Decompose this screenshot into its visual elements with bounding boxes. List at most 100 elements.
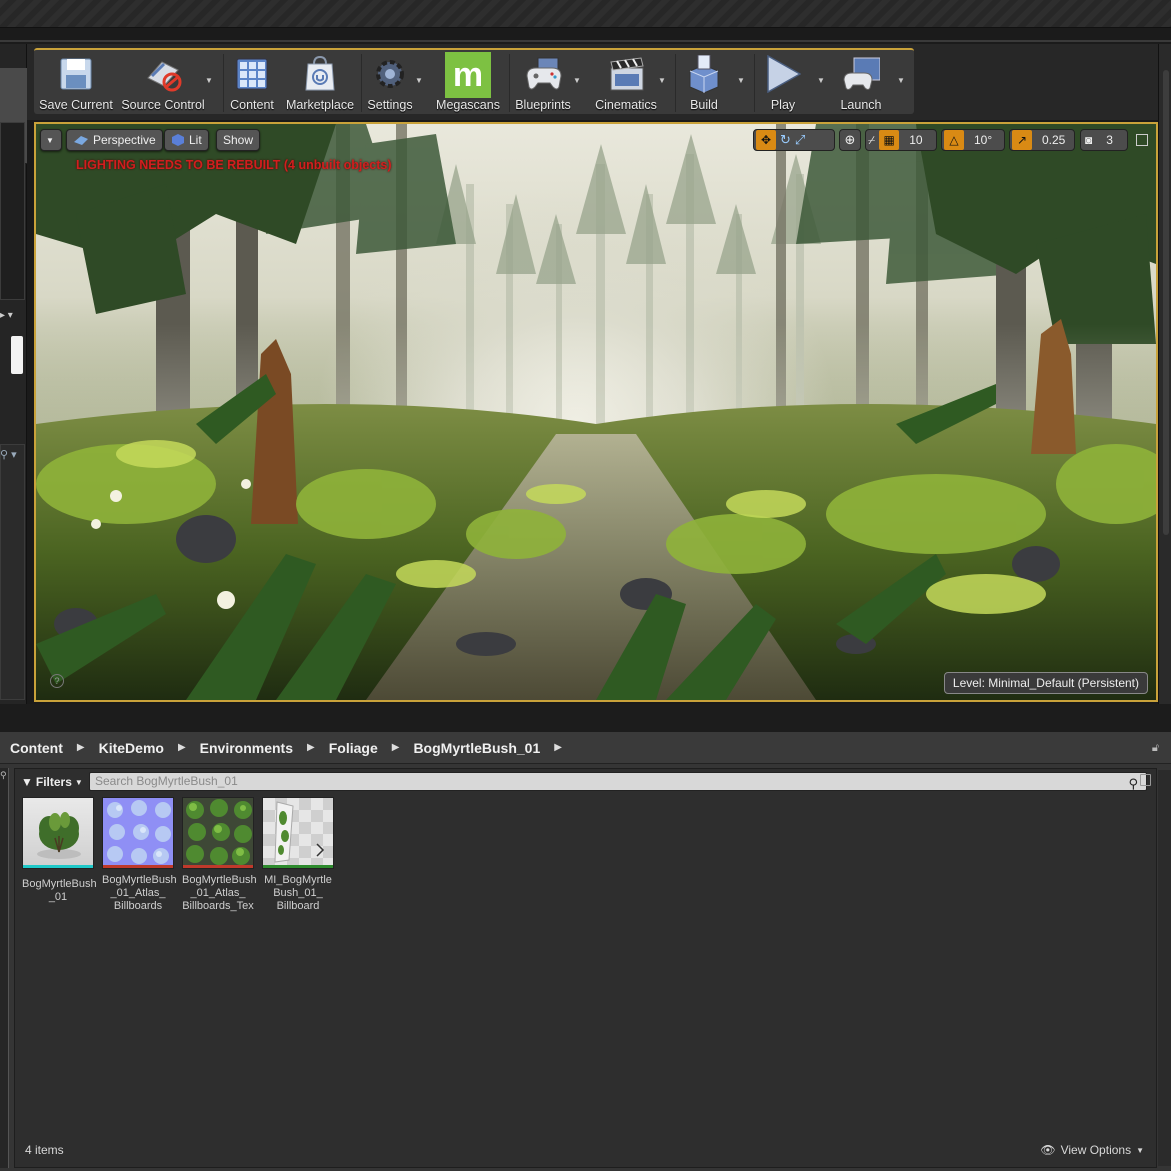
- asset-tile-texture[interactable]: BogMyrtleBush _01_Atlas_ Billboards_Tex: [182, 797, 257, 913]
- scale-snap-value[interactable]: 0.25: [1042, 133, 1065, 147]
- toolbar-separator: [223, 54, 224, 112]
- view-options-button[interactable]: 👁︎ View Options ▼: [1040, 1143, 1144, 1157]
- lit-view-mode-button[interactable]: Lit: [164, 129, 209, 151]
- grid-snap-icon[interactable]: ▦: [879, 130, 900, 150]
- asset-tile-material-instance[interactable]: MI_BogMyrtle Bush_01_ Billboard: [262, 797, 334, 913]
- source-control-dropdown[interactable]: ▼: [205, 76, 215, 86]
- gear-icon: [371, 54, 409, 94]
- grid-snap-value[interactable]: 10: [909, 133, 922, 147]
- breadcrumb-item[interactable]: Environments: [200, 740, 293, 756]
- content-browser-scrollbar[interactable]: [1158, 770, 1171, 1166]
- asset-tile-normal-texture[interactable]: BogMyrtleBush _01_Atlas_ Billboards: [102, 797, 177, 913]
- asset-name: MI_BogMyrtle Bush_01_ Billboard: [264, 874, 332, 912]
- play-dropdown[interactable]: ▼: [817, 76, 827, 86]
- lit-sphere-icon: [172, 134, 184, 146]
- launch-monitor-icon: [842, 54, 880, 94]
- breadcrumb-arrow-icon[interactable]: ▶: [392, 742, 400, 753]
- breadcrumb-arrow-icon[interactable]: ▶: [77, 742, 85, 753]
- scale-snap-group: ↗ 0.25: [1009, 129, 1075, 151]
- lighting-rebuild-warning: LIGHTING NEEDS TO BE REBUILT (4 unbuilt …: [76, 158, 392, 172]
- svg-text:m: m: [453, 56, 483, 94]
- grid-snap-group: ⌿ ▦ 10: [865, 129, 937, 151]
- breadcrumb-item[interactable]: BogMyrtleBush_01: [413, 740, 540, 756]
- camera-speed-button[interactable]: ◙ 3: [1080, 129, 1128, 151]
- breadcrumb-arrow-icon[interactable]: ▶: [554, 742, 562, 753]
- marketplace-bag-icon: [301, 54, 339, 94]
- save-search-icon[interactable]: [1140, 774, 1151, 786]
- rotate-tool-icon[interactable]: ↻: [780, 132, 791, 148]
- outliner-scrollbar[interactable]: [11, 336, 23, 374]
- lock-icon[interactable]: 🔓︎: [1152, 742, 1159, 755]
- current-level-label: Level: Minimal_Default (Persistent): [943, 672, 1148, 694]
- rotation-snap-icon[interactable]: △: [944, 130, 964, 150]
- chevron-down-icon: ▼: [46, 135, 54, 145]
- world-local-toggle[interactable]: ⊕: [839, 129, 861, 151]
- scale-tool-icon[interactable]: ⤢: [795, 132, 805, 148]
- asset-name: BogMyrtleBush _01_Atlas_ Billboards: [102, 874, 177, 912]
- settings-dropdown[interactable]: ▼: [415, 76, 425, 86]
- cinematics-dropdown[interactable]: ▼: [658, 76, 668, 86]
- details-panel: [0, 444, 25, 700]
- show-flags-button[interactable]: Show: [216, 129, 261, 151]
- help-icon[interactable]: ?: [50, 674, 64, 688]
- breadcrumb-item[interactable]: KiteDemo: [99, 740, 164, 756]
- level-viewport[interactable]: ▼ Perspective Lit Show LIGHTING NEEDS TO…: [34, 122, 1158, 702]
- asset-name: BogMyrtleBush _01_Atlas_ Billboards_Tex: [182, 874, 257, 912]
- play-button[interactable]: Play: [758, 52, 808, 114]
- surface-snap-icon[interactable]: ⌿: [868, 133, 875, 148]
- save-current-button[interactable]: Save Current: [38, 52, 114, 114]
- cinematics-button[interactable]: Cinematics: [590, 52, 662, 114]
- viewport-options-dropdown[interactable]: ▼: [40, 129, 62, 151]
- megascans-logo-icon: m: [445, 52, 491, 98]
- right-scrollbar[interactable]: [1163, 70, 1169, 535]
- scale-snap-icon[interactable]: ↗: [1012, 130, 1032, 150]
- rotation-snap-group: △ 10°: [941, 129, 1005, 151]
- launch-dropdown[interactable]: ▼: [897, 76, 907, 86]
- maximize-viewport-icon[interactable]: [1136, 134, 1148, 146]
- search-icon[interactable]: ⚲: [0, 770, 8, 788]
- launch-button[interactable]: Launch: [832, 52, 890, 114]
- save-icon: [57, 54, 95, 94]
- outliner-options-dropdown[interactable]: ▸ ▾: [0, 310, 25, 328]
- transform-tools-group: ✥ ↻ ⤢: [753, 129, 835, 151]
- source-control-button[interactable]: Source Control: [120, 52, 206, 114]
- build-dropdown[interactable]: ▼: [737, 76, 747, 86]
- marketplace-button[interactable]: Marketplace: [284, 52, 356, 114]
- static-mesh-icon: [22, 797, 94, 869]
- content-button[interactable]: Content: [227, 52, 277, 114]
- sources-panel-collapsed: ⚲: [0, 768, 9, 1168]
- toolbar-separator: [361, 54, 362, 112]
- perspective-button[interactable]: Perspective: [66, 129, 163, 151]
- globe-icon: ⊕: [844, 132, 856, 147]
- tab-strip: [0, 28, 1171, 44]
- search-icon[interactable]: ⚲: [1128, 775, 1138, 792]
- asset-tile-static-mesh[interactable]: BogMyrtleBush _01: [22, 797, 97, 904]
- breadcrumb-item[interactable]: Content: [10, 740, 63, 756]
- build-button[interactable]: Build: [678, 52, 730, 114]
- toolbar-separator: [509, 54, 510, 112]
- breadcrumb-arrow-icon[interactable]: ▶: [178, 742, 186, 753]
- translate-tool-icon[interactable]: ✥: [756, 130, 776, 150]
- world-outliner-list[interactable]: [0, 122, 25, 300]
- build-blocks-icon: [685, 54, 723, 94]
- blueprints-dropdown[interactable]: ▼: [573, 76, 583, 86]
- breadcrumb-arrow-icon[interactable]: ▶: [307, 742, 315, 753]
- toolbar-separator: [675, 54, 676, 112]
- megascans-button[interactable]: m Megascans: [432, 52, 504, 114]
- asset-type-bar: [263, 865, 333, 868]
- details-search-icon[interactable]: ⚲ ▾: [0, 448, 25, 466]
- filters-button[interactable]: ▼ Filters ▼: [21, 773, 83, 791]
- material-instance-icon: [262, 797, 334, 869]
- breadcrumb: Content ▶ KiteDemo ▶ Environments ▶ Foli…: [0, 732, 1171, 764]
- breadcrumb-item[interactable]: Foliage: [329, 740, 378, 756]
- item-count-label: 4 items: [25, 1143, 64, 1157]
- blueprints-button[interactable]: Blueprints: [512, 52, 574, 114]
- clapperboard-icon: [607, 54, 645, 94]
- settings-button[interactable]: Settings: [364, 52, 416, 114]
- rotation-snap-value[interactable]: 10°: [974, 133, 992, 147]
- asset-search-input[interactable]: Search BogMyrtleBush_01 ⚲: [89, 772, 1147, 791]
- window-title-bar: [0, 0, 1171, 28]
- asset-name: BogMyrtleBush _01: [22, 878, 97, 903]
- asset-type-bar: [23, 865, 93, 868]
- main-toolbar: Save Current Source Control ▼ Content Ma…: [34, 48, 914, 114]
